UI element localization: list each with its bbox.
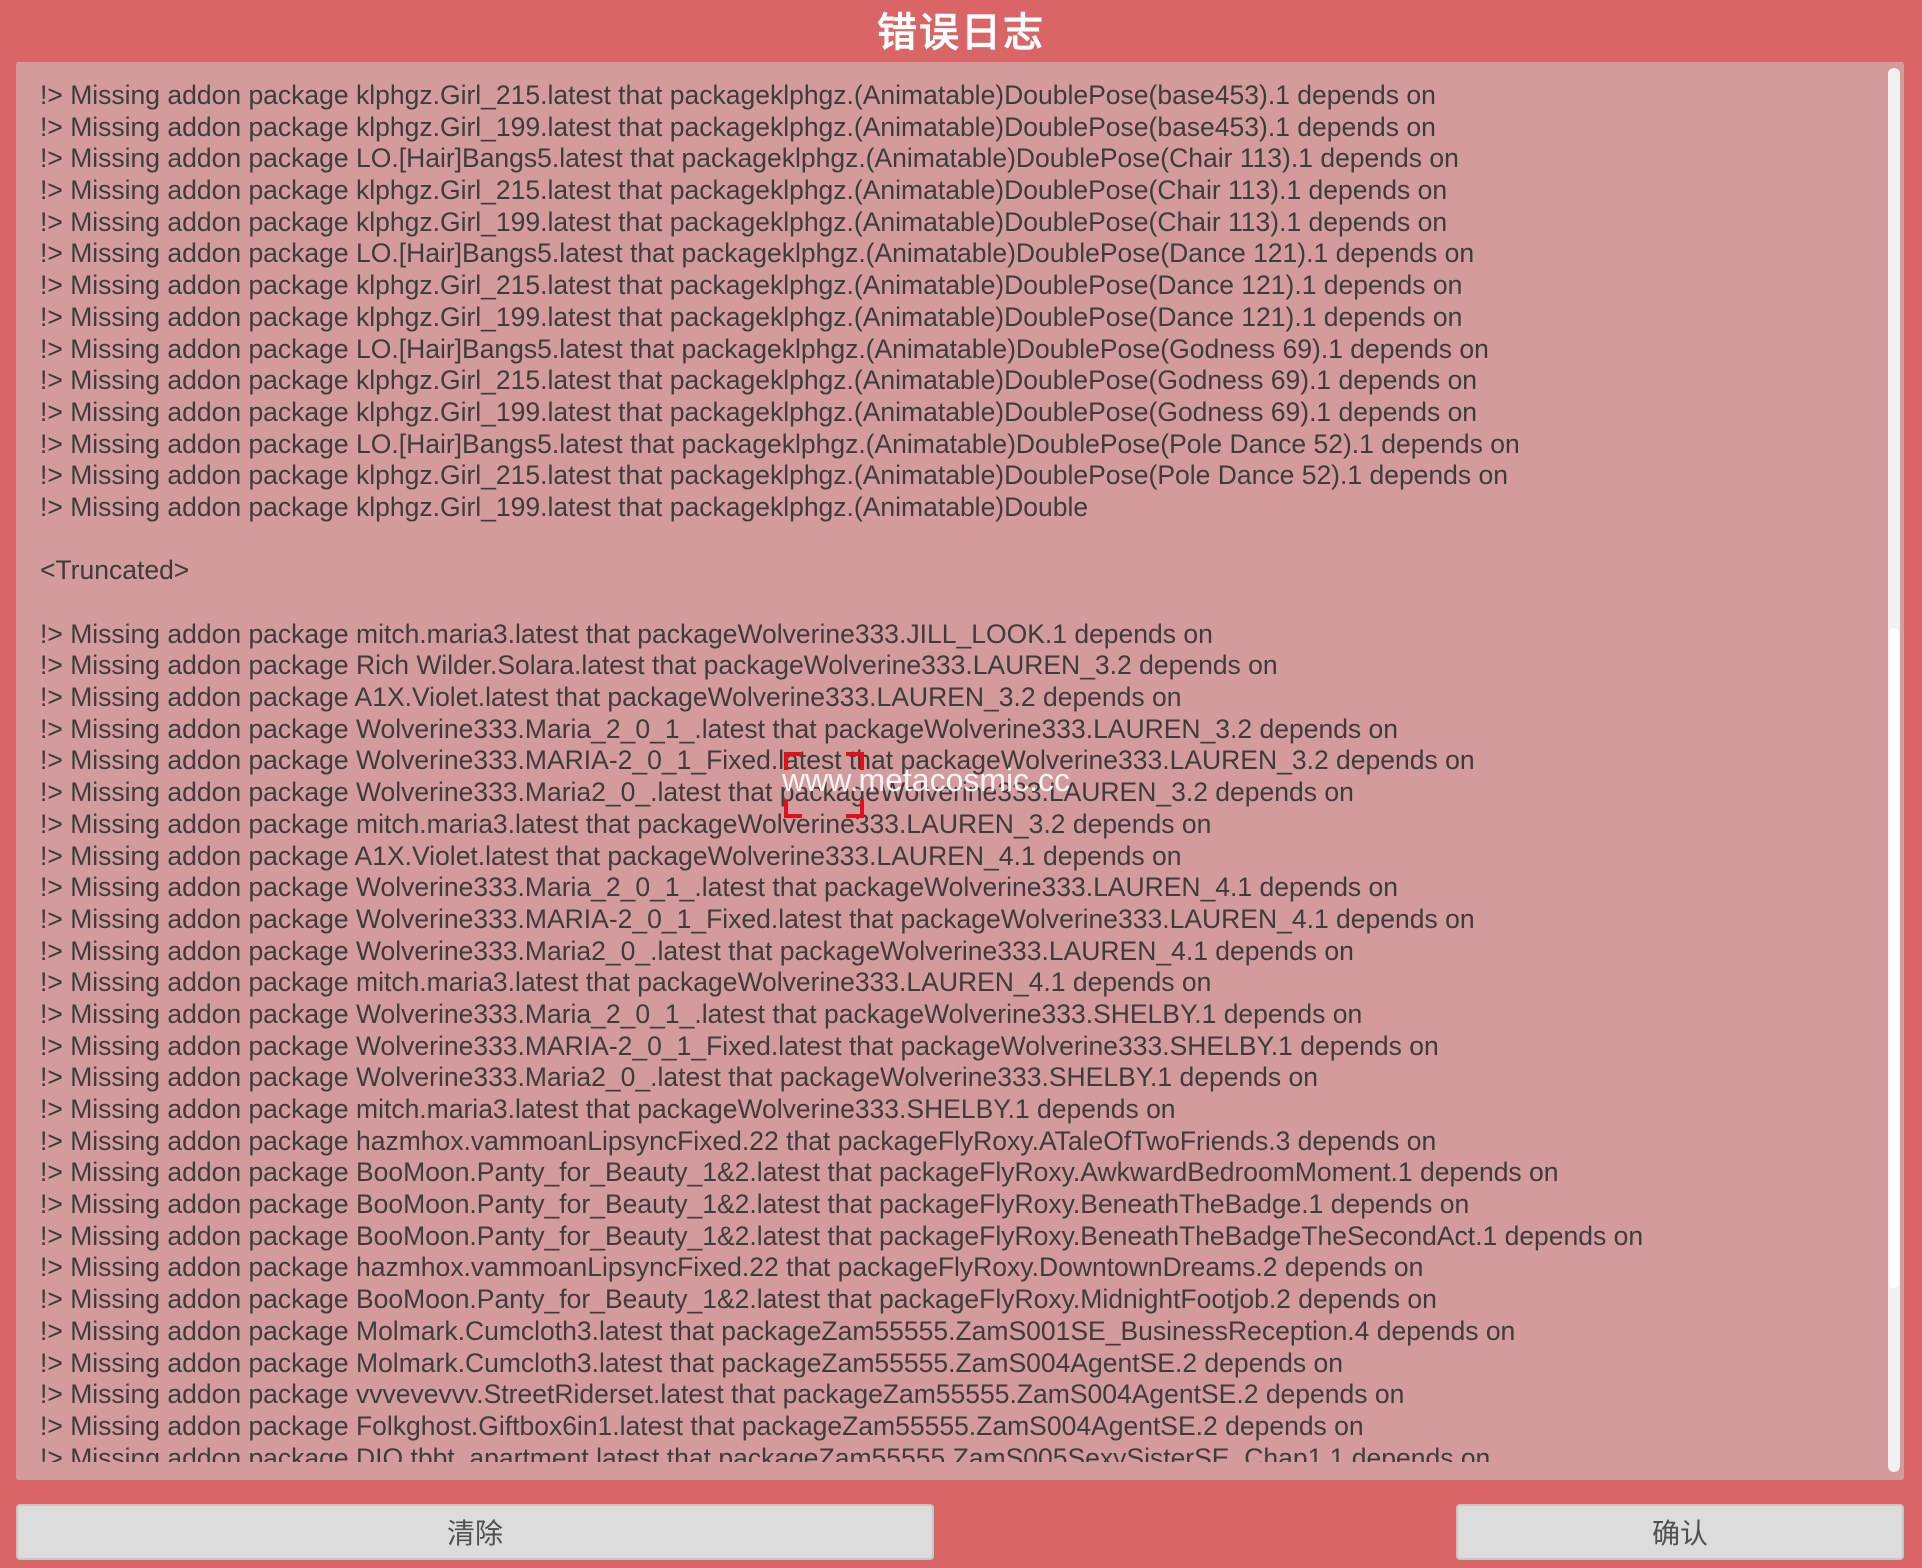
log-line: !> Missing addon package vvvevevvv.Stree… [40, 1379, 1405, 1410]
log-line: !> Missing addon package LO.[Hair]Bangs5… [40, 238, 1475, 269]
log-line: !> Missing addon package klphgz.Girl_199… [40, 491, 1089, 522]
log-line: !> Missing addon package BooMoon.Panty_f… [40, 1189, 1470, 1220]
log-line: !> Missing addon package LO.[Hair]Bangs5… [40, 428, 1520, 459]
log-line: !> Missing addon package BooMoon.Panty_f… [40, 1220, 1644, 1251]
log-line: !> Missing addon package A1X.Violet.late… [40, 840, 1182, 871]
log-scrollbar[interactable] [1888, 68, 1900, 1472]
log-line: !> Missing addon package LO.[Hair]Bangs5… [40, 143, 1459, 174]
log-line: !> Missing addon package Wolverine333.Ma… [40, 998, 1363, 1029]
log-line: !> Missing addon package klphgz.Girl_199… [40, 111, 1436, 142]
log-line: !> Missing addon package Wolverine333.Ma… [40, 935, 1354, 966]
log-line: !> Missing addon package klphgz.Girl_199… [40, 301, 1463, 332]
log-line: !> Missing addon package DIO.tbbt_apartm… [40, 1442, 1491, 1462]
watermark-text: www.metacosmic.cc [782, 762, 1071, 798]
log-line: !> Missing addon package LO.[Hair]Bangs5… [40, 333, 1489, 364]
log-line: !> Missing addon package BooMoon.Panty_f… [40, 1284, 1437, 1315]
log-line: !> Missing addon package Wolverine333.MA… [40, 903, 1475, 934]
log-line: !> Missing addon package klphgz.Girl_215… [40, 270, 1463, 301]
log-line: !> Missing addon package mitch.maria3.la… [40, 618, 1213, 649]
window-title: 错误日志 [877, 10, 1045, 56]
log-line: !> Missing addon package A1X.Violet.late… [40, 682, 1182, 713]
log-line: !> Missing addon package Folkghost.Giftb… [40, 1410, 1364, 1441]
log-line: !> Missing addon package Wolverine333.Ma… [40, 1062, 1318, 1093]
watermark-corner-mark [846, 800, 864, 818]
clear-button[interactable]: 清除 [16, 1504, 934, 1560]
log-line: !> Missing addon package hazmhox.vammoan… [40, 1125, 1437, 1156]
log-line: !> Missing addon package Molmark.Cumclot… [40, 1315, 1516, 1346]
log-line: !> Missing addon package klphgz.Girl_215… [40, 365, 1478, 396]
log-line: !> Missing addon package Molmark.Cumclot… [40, 1347, 1343, 1378]
log-scrollbar-thumb[interactable] [1889, 628, 1899, 1288]
watermark: www.metacosmic.cc [780, 748, 1140, 818]
log-line: !> Missing addon package Wolverine333.Ma… [40, 713, 1399, 744]
log-blank-line [40, 587, 1880, 619]
log-line: !> Missing addon package Rich Wilder.Sol… [40, 650, 1278, 681]
log-line: !> Missing addon package mitch.maria3.la… [40, 1094, 1176, 1124]
log-blank-line [40, 524, 1880, 556]
log-line: !> Missing addon package klphgz.Girl_215… [40, 80, 1436, 110]
confirm-button[interactable]: 确认 [1456, 1504, 1904, 1560]
log-line: !> Missing addon package klphgz.Girl_199… [40, 206, 1448, 237]
log-line: !> Missing addon package mitch.maria3.la… [40, 967, 1212, 998]
log-line: !> Missing addon package Wolverine333.Ma… [40, 872, 1399, 903]
log-line: !> Missing addon package klphgz.Girl_215… [40, 175, 1448, 206]
log-line: !> Missing addon package klphgz.Girl_215… [40, 460, 1508, 491]
log-truncated-marker: <Truncated> [40, 555, 190, 586]
log-line: !> Missing addon package hazmhox.vammoan… [40, 1252, 1424, 1283]
log-line: !> Missing addon package BooMoon.Panty_f… [40, 1157, 1559, 1188]
log-line: !> Missing addon package Wolverine333.MA… [40, 1030, 1439, 1061]
watermark-corner-mark [784, 800, 802, 818]
log-line: !> Missing addon package klphgz.Girl_199… [40, 396, 1478, 427]
